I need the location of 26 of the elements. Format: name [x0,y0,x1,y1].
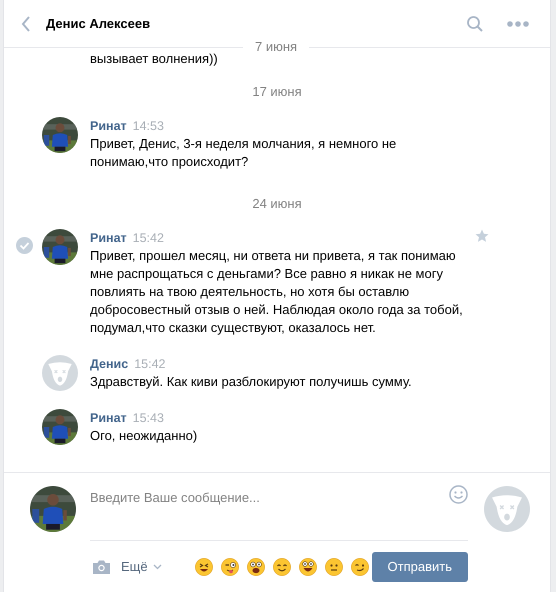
emoji-icon[interactable] [350,558,369,576]
send-button[interactable]: Отправить [372,552,468,582]
message-input[interactable]: Введите Ваше сообщение... [90,486,449,508]
check-icon[interactable] [16,237,33,254]
emoji-icon[interactable] [194,558,213,576]
star-icon[interactable] [475,229,489,243]
dog-avatar-icon [484,486,530,532]
emoji-icon[interactable] [298,558,317,576]
message-text: Привет, прошел месяц, ни ответа ни привета, я так понимаю мне распрощаться с деньгами? Все равно я никак не могу повлиять на твою деятельность, но хотя бы оставлю добросовестный отзыв о ней. Наблюдая около года за тобой, подумал,что сказки существуют, оказалось нет. [90,247,464,337]
sender-name[interactable]: Ринат [90,230,127,247]
emoji-icon[interactable] [220,558,239,576]
emoji-icon[interactable] [272,558,291,576]
date-label: 17 июня [251,83,303,101]
emoji-icon[interactable] [324,558,343,576]
date-label: 24 июня [251,195,303,213]
caret-icon [152,564,162,570]
message-text: Ого, неожиданно) [90,427,198,445]
emoji-icon[interactable] [246,558,265,576]
message-text: вызывает волнения)) [90,51,218,66]
sender-name[interactable]: Денис [90,356,128,373]
message-text: Привет, Денис, 3-я неделя молчания, я немного не понимаю,что происходит? [90,135,398,171]
more-menu[interactable]: Ещё [121,557,162,577]
sender-name[interactable]: Ринат [90,118,127,135]
message-text: Здравствуй. Как киви разблокируют получишь сумму. [90,373,413,391]
chat-title: Денис Алексеев [46,14,150,33]
sender-name[interactable]: Ринат [90,410,127,427]
